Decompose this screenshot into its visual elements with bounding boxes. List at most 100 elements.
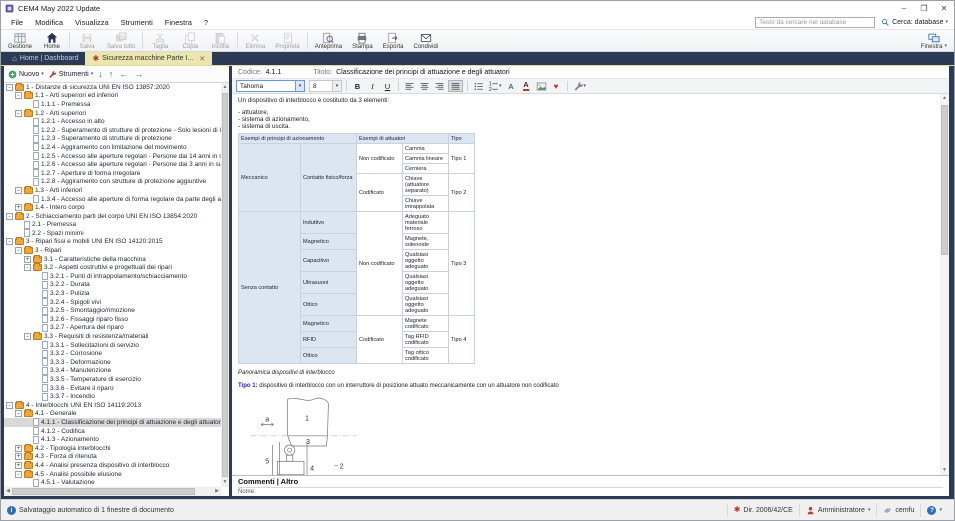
expand-toggle[interactable]: - xyxy=(24,264,31,271)
new-button[interactable]: Nuovo ▾ xyxy=(8,70,44,79)
tree-item[interactable]: -1.1 - Arti superiori ed inferiori xyxy=(4,92,221,101)
bold-button[interactable]: B xyxy=(351,80,364,92)
tree-item[interactable]: -1 - Distanze di sicurezza UNI EN ISO 13… xyxy=(4,83,221,92)
toolbar-button-taglia[interactable]: Taglia xyxy=(145,30,175,51)
scroll-down-icon[interactable]: ▼ xyxy=(221,478,229,487)
menu-item-visualizza[interactable]: Visualizza xyxy=(69,16,115,29)
help-menu[interactable]: ? ▾ xyxy=(920,503,948,517)
expand-toggle[interactable]: - xyxy=(15,92,22,99)
connection-status[interactable]: cemfu xyxy=(876,503,920,517)
tree-item[interactable]: +4.2 - Tipologia interblocchi xyxy=(4,444,221,453)
user-menu[interactable]: Amministratore ▾ xyxy=(799,503,877,517)
tree-item[interactable]: 3.2.3 - Pulizia xyxy=(4,289,221,298)
maximize-button[interactable]: ❐ xyxy=(914,2,934,15)
tree-item[interactable]: 3.3.6 - Evitare il riparo xyxy=(4,384,221,393)
tree-item[interactable]: 1.2.6 - Accesso alle aperture regolari -… xyxy=(4,160,221,169)
scroll-up-icon[interactable]: ▲ xyxy=(221,83,229,92)
scroll-right-icon[interactable]: ▶ xyxy=(213,487,221,496)
menu-item-help[interactable]: ? xyxy=(198,16,214,29)
scrollbar-thumb[interactable] xyxy=(222,93,228,477)
tree-item[interactable]: 3.2.5 - Smontaggio/rimozione xyxy=(4,306,221,315)
tab-sicurezza-macchine[interactable]: ✱ Sicurezza macchine Parte I... ✕ xyxy=(85,52,212,65)
tree-item[interactable]: +3.1 - Caratteristiche della macchina xyxy=(4,255,221,264)
editor-tools-button[interactable]: ▾ xyxy=(572,80,588,92)
move-up-button[interactable]: ↑ xyxy=(108,70,115,79)
tree-item[interactable]: 1.2.3 - Superamento di strutture di prot… xyxy=(4,135,221,144)
scrollbar-thumb[interactable] xyxy=(941,105,948,255)
tree-item[interactable]: 1.2.2 - Superamento di strutture di prot… xyxy=(4,126,221,135)
insert-image-button[interactable] xyxy=(535,80,548,92)
expand-toggle[interactable]: - xyxy=(6,213,13,220)
tree-item[interactable]: 3.2.1 - Punti di intrappolamento/schiacc… xyxy=(4,272,221,281)
expand-toggle[interactable]: + xyxy=(15,453,22,460)
tree-item[interactable]: -1.3 - Arti inferiori xyxy=(4,186,221,195)
expand-toggle[interactable]: + xyxy=(15,462,22,469)
expand-toggle[interactable]: - xyxy=(15,247,22,254)
expand-toggle[interactable]: - xyxy=(6,402,13,409)
toolbar-button-propriet-[interactable]: Proprietà xyxy=(270,30,304,51)
toolbar-button-home[interactable]: Home xyxy=(37,30,67,51)
font-family-select[interactable]: Tahoma ▾ xyxy=(236,80,305,92)
scroll-down-icon[interactable]: ▼ xyxy=(940,466,949,475)
font-size-select[interactable]: 8 ▾ xyxy=(309,80,342,92)
expand-toggle[interactable]: + xyxy=(24,256,31,263)
italic-button[interactable]: I xyxy=(366,80,379,92)
search-database-button[interactable]: Cerca: database ▾ xyxy=(879,18,950,27)
tree-item[interactable]: 2.1 - Premessa xyxy=(4,221,221,230)
tree-item[interactable]: -4.5 - Analisi possibile elusione xyxy=(4,470,221,479)
tree-horizontal-scrollbar[interactable]: ◀ ▶ xyxy=(4,487,221,496)
tree-item[interactable]: 3.2.6 - Fissaggi riparo fisso xyxy=(4,315,221,324)
tree-vertical-scrollbar[interactable]: ▲ ▼ xyxy=(221,83,229,487)
toolbar-button-anteprima[interactable]: Anteprima xyxy=(310,30,347,51)
move-right-button[interactable]: → xyxy=(133,70,144,79)
tree-item[interactable]: 3.3.1 - Sollecitazioni di servizio xyxy=(4,341,221,350)
close-button[interactable]: ✕ xyxy=(934,2,954,15)
tree-item[interactable]: 1.2.4 - Aggiramento con limitazione del … xyxy=(4,143,221,152)
expand-toggle[interactable]: + xyxy=(15,204,22,211)
scroll-left-icon[interactable]: ◀ xyxy=(4,487,12,496)
tree-item[interactable]: 1.2.5 - Accesso alle aperture regolari -… xyxy=(4,152,221,161)
tree-item[interactable]: 4.1.2 - Codifica xyxy=(4,427,221,436)
numbered-list-button[interactable]: 12▾ xyxy=(487,80,503,92)
expand-toggle[interactable]: - xyxy=(15,410,22,417)
tree-item[interactable]: 3.2.4 - Spigoli vivi xyxy=(4,298,221,307)
toolbar-button-esporta[interactable]: Esporta xyxy=(378,30,409,51)
menu-item-finestra[interactable]: Finestra xyxy=(159,16,198,29)
tree-item[interactable]: 3.3.4 - Manutenzione xyxy=(4,367,221,376)
menu-item-strumenti[interactable]: Strumenti xyxy=(115,16,159,29)
tree-item[interactable]: -3.3 - Requisiti di resistenza/materiali xyxy=(4,332,221,341)
highlight-color-button[interactable]: A xyxy=(520,80,533,92)
bullet-list-button[interactable] xyxy=(472,80,485,92)
scrollbar-thumb[interactable] xyxy=(12,488,195,495)
tree-item[interactable]: -3.2 - Aspetti costruttivi e progettuali… xyxy=(4,263,221,272)
tools-button[interactable]: Strumenti ▾ xyxy=(48,70,93,79)
underline-button[interactable]: U xyxy=(381,80,394,92)
favorites-button[interactable]: ♥ xyxy=(550,80,563,92)
scroll-up-icon[interactable]: ▲ xyxy=(940,94,949,103)
align-justify-button[interactable] xyxy=(448,80,463,92)
finestra-button[interactable]: Finestra▾ xyxy=(916,31,952,51)
tree-item[interactable]: +4.3 - Forza di ritenuta xyxy=(4,453,221,462)
tree-item[interactable]: -1.2 - Arti superiori xyxy=(4,109,221,118)
tree-item[interactable]: 3.3.2 - Corrosione xyxy=(4,349,221,358)
tab-home-dashboard[interactable]: ⌂ Home | Dashboard xyxy=(5,52,85,65)
tree-item[interactable]: -4.1 - Generale xyxy=(4,410,221,419)
menu-item-file[interactable]: File xyxy=(5,16,29,29)
move-down-button[interactable]: ↓ xyxy=(97,70,104,79)
toolbar-button-elimina[interactable]: Elimina xyxy=(240,30,270,51)
menu-item-modifica[interactable]: Modifica xyxy=(29,16,69,29)
tree-item[interactable]: 4.5.1 - Valutazione xyxy=(4,478,221,487)
tree-item[interactable]: 3.3.7 - Incendio xyxy=(4,392,221,401)
search-input[interactable] xyxy=(755,17,875,28)
tree-item[interactable]: 2.2 - Spazi minimi xyxy=(4,229,221,238)
tree-item[interactable]: 4.1.1 - Classificazione dei principi di … xyxy=(4,418,221,427)
align-right-button[interactable] xyxy=(433,80,446,92)
toolbar-button-stampa[interactable]: Stampa xyxy=(347,30,378,51)
expand-toggle[interactable]: - xyxy=(15,110,22,117)
tree-item[interactable]: 3.3.3 - Deformazione xyxy=(4,358,221,367)
tree-item[interactable]: +1.4 - Intero corpo xyxy=(4,203,221,212)
toolbar-button-gestione[interactable]: Gestione xyxy=(3,30,37,51)
document-content[interactable]: Un dispositivo di interblocco è costitui… xyxy=(232,94,949,475)
tree-item[interactable]: -3 - Ripari fissi e mobili UNI EN ISO 14… xyxy=(4,238,221,247)
tree-item[interactable]: 1.2.8 - Aggiramento con strutture di pro… xyxy=(4,178,221,187)
